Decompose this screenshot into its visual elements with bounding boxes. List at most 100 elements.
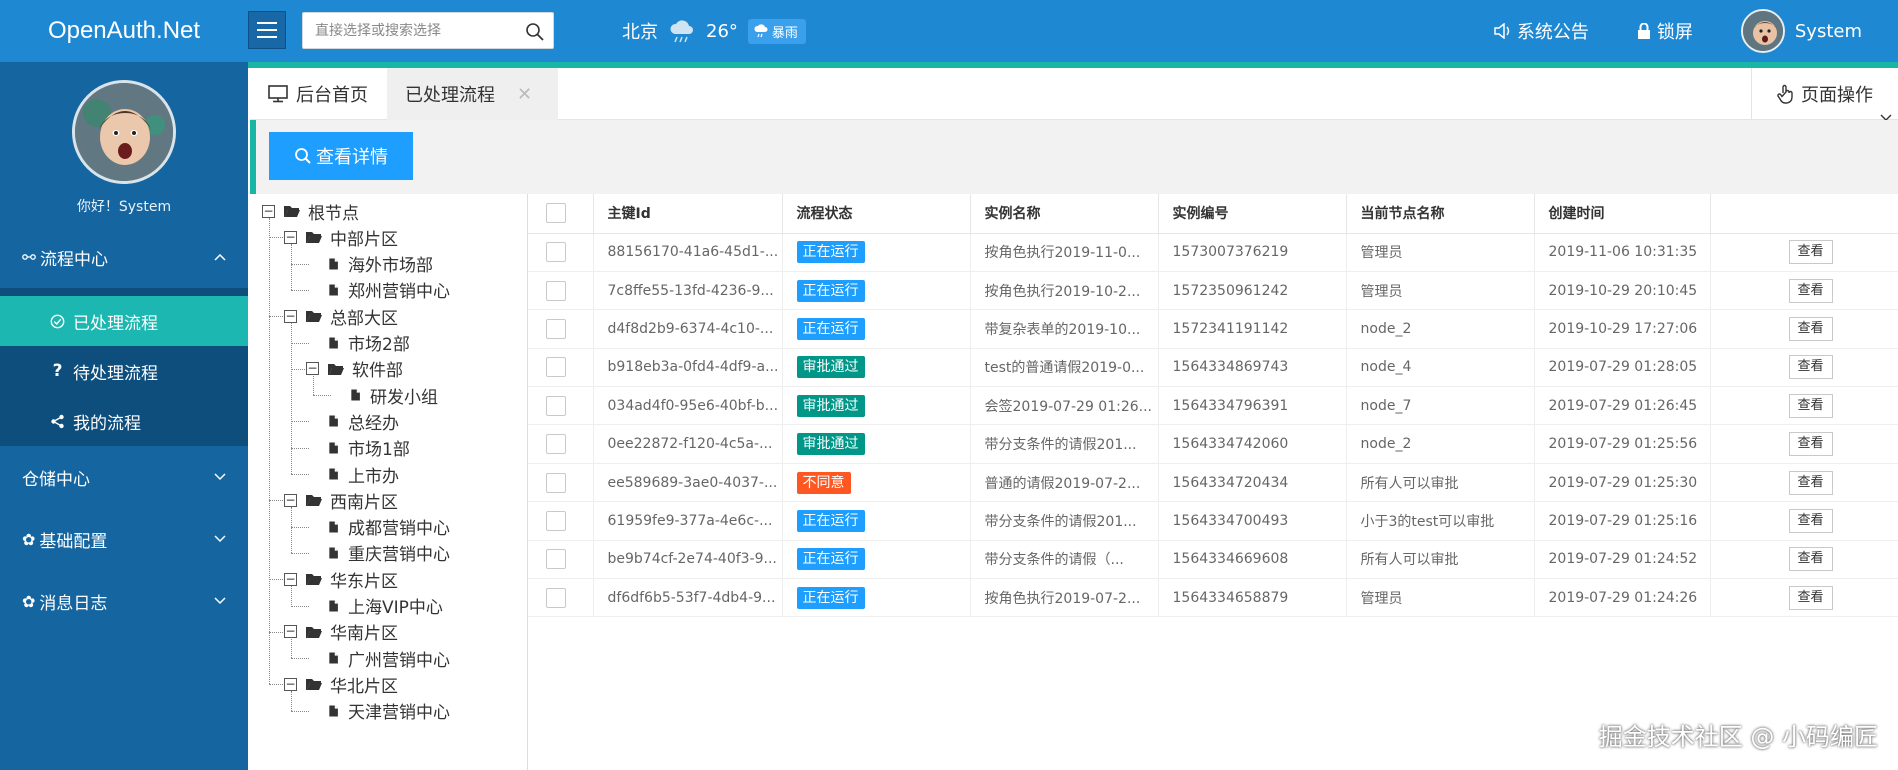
greeting-text: 你好！System xyxy=(76,199,172,215)
table-row[interactable]: df6df6b5-53f7-4db4-9... 正在运行 按角色执行2019-07-… xyxy=(528,578,1898,618)
tree-node[interactable]: − 西南片区 xyxy=(284,487,398,513)
view-button[interactable]: 查看 xyxy=(1788,508,1833,533)
table-row[interactable]: 88156170-41a6-45d1-... 正在运行 按角色执行2019-11-0… xyxy=(528,233,1898,272)
table-row[interactable]: 61959fe9-377a-4e6c-... 正在运行 带分支条件的请假201...… xyxy=(528,501,1898,541)
collapse-toggle-icon[interactable]: − xyxy=(284,572,297,586)
tree-node[interactable]: − 华北片区 xyxy=(284,671,398,697)
sidebar-item-pending[interactable]: ? 待处理流程 xyxy=(0,346,248,396)
row-checkbox[interactable] xyxy=(546,318,566,339)
collapse-toggle-icon[interactable]: − xyxy=(284,493,297,507)
column-header[interactable]: 实例编号 xyxy=(1158,194,1347,234)
row-checkbox[interactable] xyxy=(546,395,566,416)
view-button[interactable]: 查看 xyxy=(1788,547,1833,572)
collapse-toggle-icon[interactable]: − xyxy=(284,625,297,639)
collapse-toggle-icon[interactable]: − xyxy=(284,677,297,691)
view-button[interactable]: 查看 xyxy=(1788,432,1833,457)
user-name: System xyxy=(1794,20,1862,42)
tree-node[interactable]: − 总部大区 xyxy=(284,303,398,329)
table-row[interactable]: 034ad4f0-95e6-40bf-b... 审批通过 会签2019-07-29 … xyxy=(528,386,1898,426)
row-checkbox[interactable] xyxy=(546,472,566,493)
row-checkbox[interactable] xyxy=(546,434,566,455)
column-header[interactable]: 当前节点名称 xyxy=(1346,194,1535,234)
sidebar: 你好！System 流程中心 已处理流程 ? 待处理流程 我的流程 仓储中心 ✿… xyxy=(0,62,248,770)
tree-node[interactable]: − 根节点 xyxy=(262,198,359,224)
tree-node[interactable]: − 软件部 xyxy=(306,356,403,382)
row-checkbox[interactable] xyxy=(546,357,566,378)
cell-time: 2019-07-29 01:25:56 xyxy=(1534,424,1711,464)
tree-node[interactable]: 成都营销中心 xyxy=(306,514,450,540)
nav-group-warehouse[interactable]: 仓储中心 xyxy=(0,446,248,508)
chevron-down-icon xyxy=(214,473,226,481)
view-detail-button[interactable]: 查看详情 xyxy=(269,132,413,180)
menu-toggle-button[interactable] xyxy=(248,11,286,49)
tree-node[interactable]: − 中部片区 xyxy=(284,224,398,250)
cell-node: node_7 xyxy=(1346,386,1535,426)
tree-node[interactable]: 研发小组 xyxy=(328,382,438,408)
cell-time: 2019-07-29 01:24:26 xyxy=(1534,578,1711,618)
close-icon[interactable]: ✕ xyxy=(517,84,532,105)
search-icon[interactable] xyxy=(525,22,545,42)
user-menu[interactable]: System xyxy=(1740,9,1862,53)
row-checkbox[interactable] xyxy=(546,242,566,263)
tree-node[interactable]: 总经办 xyxy=(306,408,399,434)
tree-node[interactable]: 天津营销中心 xyxy=(306,698,450,724)
cell-name: 按角色执行2019-07-2... xyxy=(970,578,1159,618)
nav-group-message-log[interactable]: ✿ 消息日志 xyxy=(0,570,248,632)
table-row[interactable]: be9b74cf-2e74-40f3-9... 正在运行 带分支条件的请假（... 1… xyxy=(528,540,1898,580)
tree-node[interactable]: 海外市场部 xyxy=(306,251,433,277)
column-header[interactable]: 流程状态 xyxy=(782,194,971,234)
folder-open-icon xyxy=(306,574,322,586)
status-badge: 正在运行 xyxy=(796,509,865,532)
column-header[interactable]: 创建时间 xyxy=(1534,194,1711,234)
notice-button[interactable]: 系统公告 xyxy=(1493,18,1589,44)
page-operations-button[interactable]: 页面操作 xyxy=(1751,68,1898,121)
top-header: OpenAuth.Net 北京 26° 暴雨 xyxy=(0,0,1898,62)
row-checkbox[interactable] xyxy=(546,280,566,301)
view-button[interactable]: 查看 xyxy=(1788,470,1833,495)
view-button[interactable]: 查看 xyxy=(1788,316,1833,341)
view-button[interactable]: 查看 xyxy=(1788,278,1833,303)
row-checkbox[interactable] xyxy=(546,549,566,570)
avatar xyxy=(1740,9,1785,53)
tree-node[interactable]: 重庆营销中心 xyxy=(306,540,450,566)
collapse-toggle-icon[interactable]: − xyxy=(262,204,275,218)
cell-id: 7c8ffe55-13fd-4236-9... xyxy=(593,271,783,311)
tree-node[interactable]: 上市办 xyxy=(306,461,399,487)
tree-node[interactable]: − 华东片区 xyxy=(284,566,398,592)
view-button[interactable]: 查看 xyxy=(1788,355,1833,380)
sidebar-item-processed[interactable]: 已处理流程 xyxy=(0,296,248,346)
tab-processed[interactable]: 已处理流程 ✕ xyxy=(387,68,559,120)
tab-bar: 后台首页 已处理流程 ✕ 页面操作 xyxy=(250,68,1898,121)
lock-screen-button[interactable]: 锁屏 xyxy=(1637,18,1693,44)
cell-time: 2019-07-29 01:24:52 xyxy=(1534,540,1711,580)
row-checkbox[interactable] xyxy=(546,510,566,531)
select-all-checkbox[interactable] xyxy=(546,203,566,224)
nav-group-base-config[interactable]: ✿ 基础配置 xyxy=(0,508,248,570)
column-header[interactable]: 主键Id xyxy=(593,194,783,234)
table-row[interactable]: 7c8ffe55-13fd-4236-9... 正在运行 按角色执行2019-10-… xyxy=(528,271,1898,311)
table-row[interactable]: b918eb3a-0fd4-4df9-a... 审批通过 test的普通请假2019… xyxy=(528,348,1898,388)
status-badge: 审批通过 xyxy=(796,356,865,379)
tree-node[interactable]: 市场1部 xyxy=(306,435,410,461)
tree-node[interactable]: 市场2部 xyxy=(306,330,410,356)
tree-node[interactable]: − 华南片区 xyxy=(284,619,398,645)
tree-node[interactable]: 广州营销中心 xyxy=(306,645,450,671)
collapse-toggle-icon[interactable]: − xyxy=(306,362,319,376)
search-input[interactable] xyxy=(303,13,518,48)
nav-group-flow-center[interactable]: 流程中心 xyxy=(0,226,248,288)
table-row[interactable]: d4f8d2b9-6374-4c10-... 正在运行 带复杂表单的2019-10.… xyxy=(528,309,1898,349)
row-checkbox[interactable] xyxy=(546,587,566,608)
view-button[interactable]: 查看 xyxy=(1788,393,1833,418)
view-button[interactable]: 查看 xyxy=(1788,240,1833,265)
tree-node[interactable]: 郑州营销中心 xyxy=(306,277,450,303)
table-row[interactable]: ee589689-3ae0-4037-... 不同意 普通的请假2019-07-2.… xyxy=(528,463,1898,503)
collapse-toggle-icon[interactable]: − xyxy=(284,230,297,244)
view-button[interactable]: 查看 xyxy=(1788,585,1833,610)
tree-node[interactable]: 上海VIP中心 xyxy=(306,593,443,619)
tab-home[interactable]: 后台首页 xyxy=(250,68,386,120)
collapse-toggle-icon[interactable]: − xyxy=(284,309,297,323)
cell-code: 1564334720434 xyxy=(1158,463,1347,503)
table-row[interactable]: 0ee22872-f120-4c5a-... 审批通过 带分支条件的请假201...… xyxy=(528,424,1898,464)
sidebar-item-my-flows[interactable]: 我的流程 xyxy=(0,396,248,446)
column-header[interactable]: 实例名称 xyxy=(970,194,1159,234)
